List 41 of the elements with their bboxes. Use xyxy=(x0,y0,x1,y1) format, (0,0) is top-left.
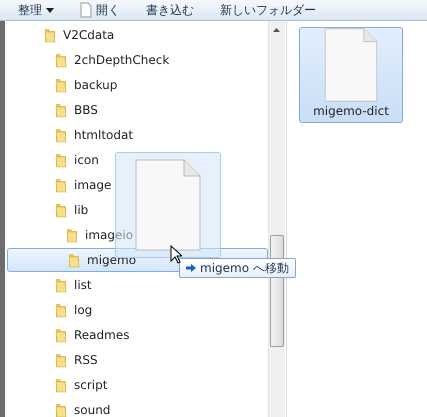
folder-icon xyxy=(44,27,56,43)
folder-icon xyxy=(55,152,67,168)
cursor-icon xyxy=(170,245,182,264)
folder-item[interactable]: BBS xyxy=(5,98,268,122)
folder-item[interactable]: icon xyxy=(5,148,268,172)
folder-icon xyxy=(55,327,67,343)
folder-item[interactable]: Readmes xyxy=(5,323,268,347)
folder-icon xyxy=(55,202,67,218)
folder-item[interactable]: imageio xyxy=(5,223,268,247)
toolbar-button[interactable]: 開く xyxy=(76,0,124,20)
document-icon xyxy=(135,159,201,251)
folder-item[interactable]: V2Cdata xyxy=(5,23,268,47)
folder-icon xyxy=(55,102,67,118)
arrow-icon xyxy=(186,263,196,273)
folder-item[interactable]: RSS xyxy=(5,348,268,372)
folder-icon xyxy=(55,377,67,393)
folder-icon xyxy=(55,127,67,143)
toolbar-button[interactable]: 書き込む xyxy=(142,0,198,20)
file-item[interactable]: migemo-dict xyxy=(299,27,403,123)
document-icon xyxy=(80,2,92,18)
folder-icon xyxy=(55,352,67,368)
folder-item[interactable]: script xyxy=(5,373,268,397)
folder-item[interactable]: sound xyxy=(5,398,268,417)
folder-item[interactable]: image xyxy=(5,173,268,197)
folder-icon xyxy=(55,402,67,417)
folder-item[interactable]: log xyxy=(5,298,268,322)
toolbar-button[interactable]: 整理 xyxy=(14,0,58,20)
folder-item[interactable]: lib xyxy=(5,198,268,222)
folder-item[interactable]: backup xyxy=(5,73,268,97)
folder-icon xyxy=(55,77,67,93)
folder-icon xyxy=(55,277,67,293)
folder-icon xyxy=(68,252,80,268)
folder-item[interactable]: htmltodat xyxy=(5,123,268,147)
folder-icon xyxy=(66,227,78,243)
scroll-up-icon[interactable] xyxy=(273,28,280,32)
folder-icon xyxy=(55,52,67,68)
folder-item[interactable]: 2chDepthCheck xyxy=(5,48,268,72)
caret-icon xyxy=(46,8,54,12)
toolbar-button[interactable]: 新しいフォルダー xyxy=(216,0,320,20)
folder-icon xyxy=(55,302,67,318)
folder-icon xyxy=(55,177,67,193)
